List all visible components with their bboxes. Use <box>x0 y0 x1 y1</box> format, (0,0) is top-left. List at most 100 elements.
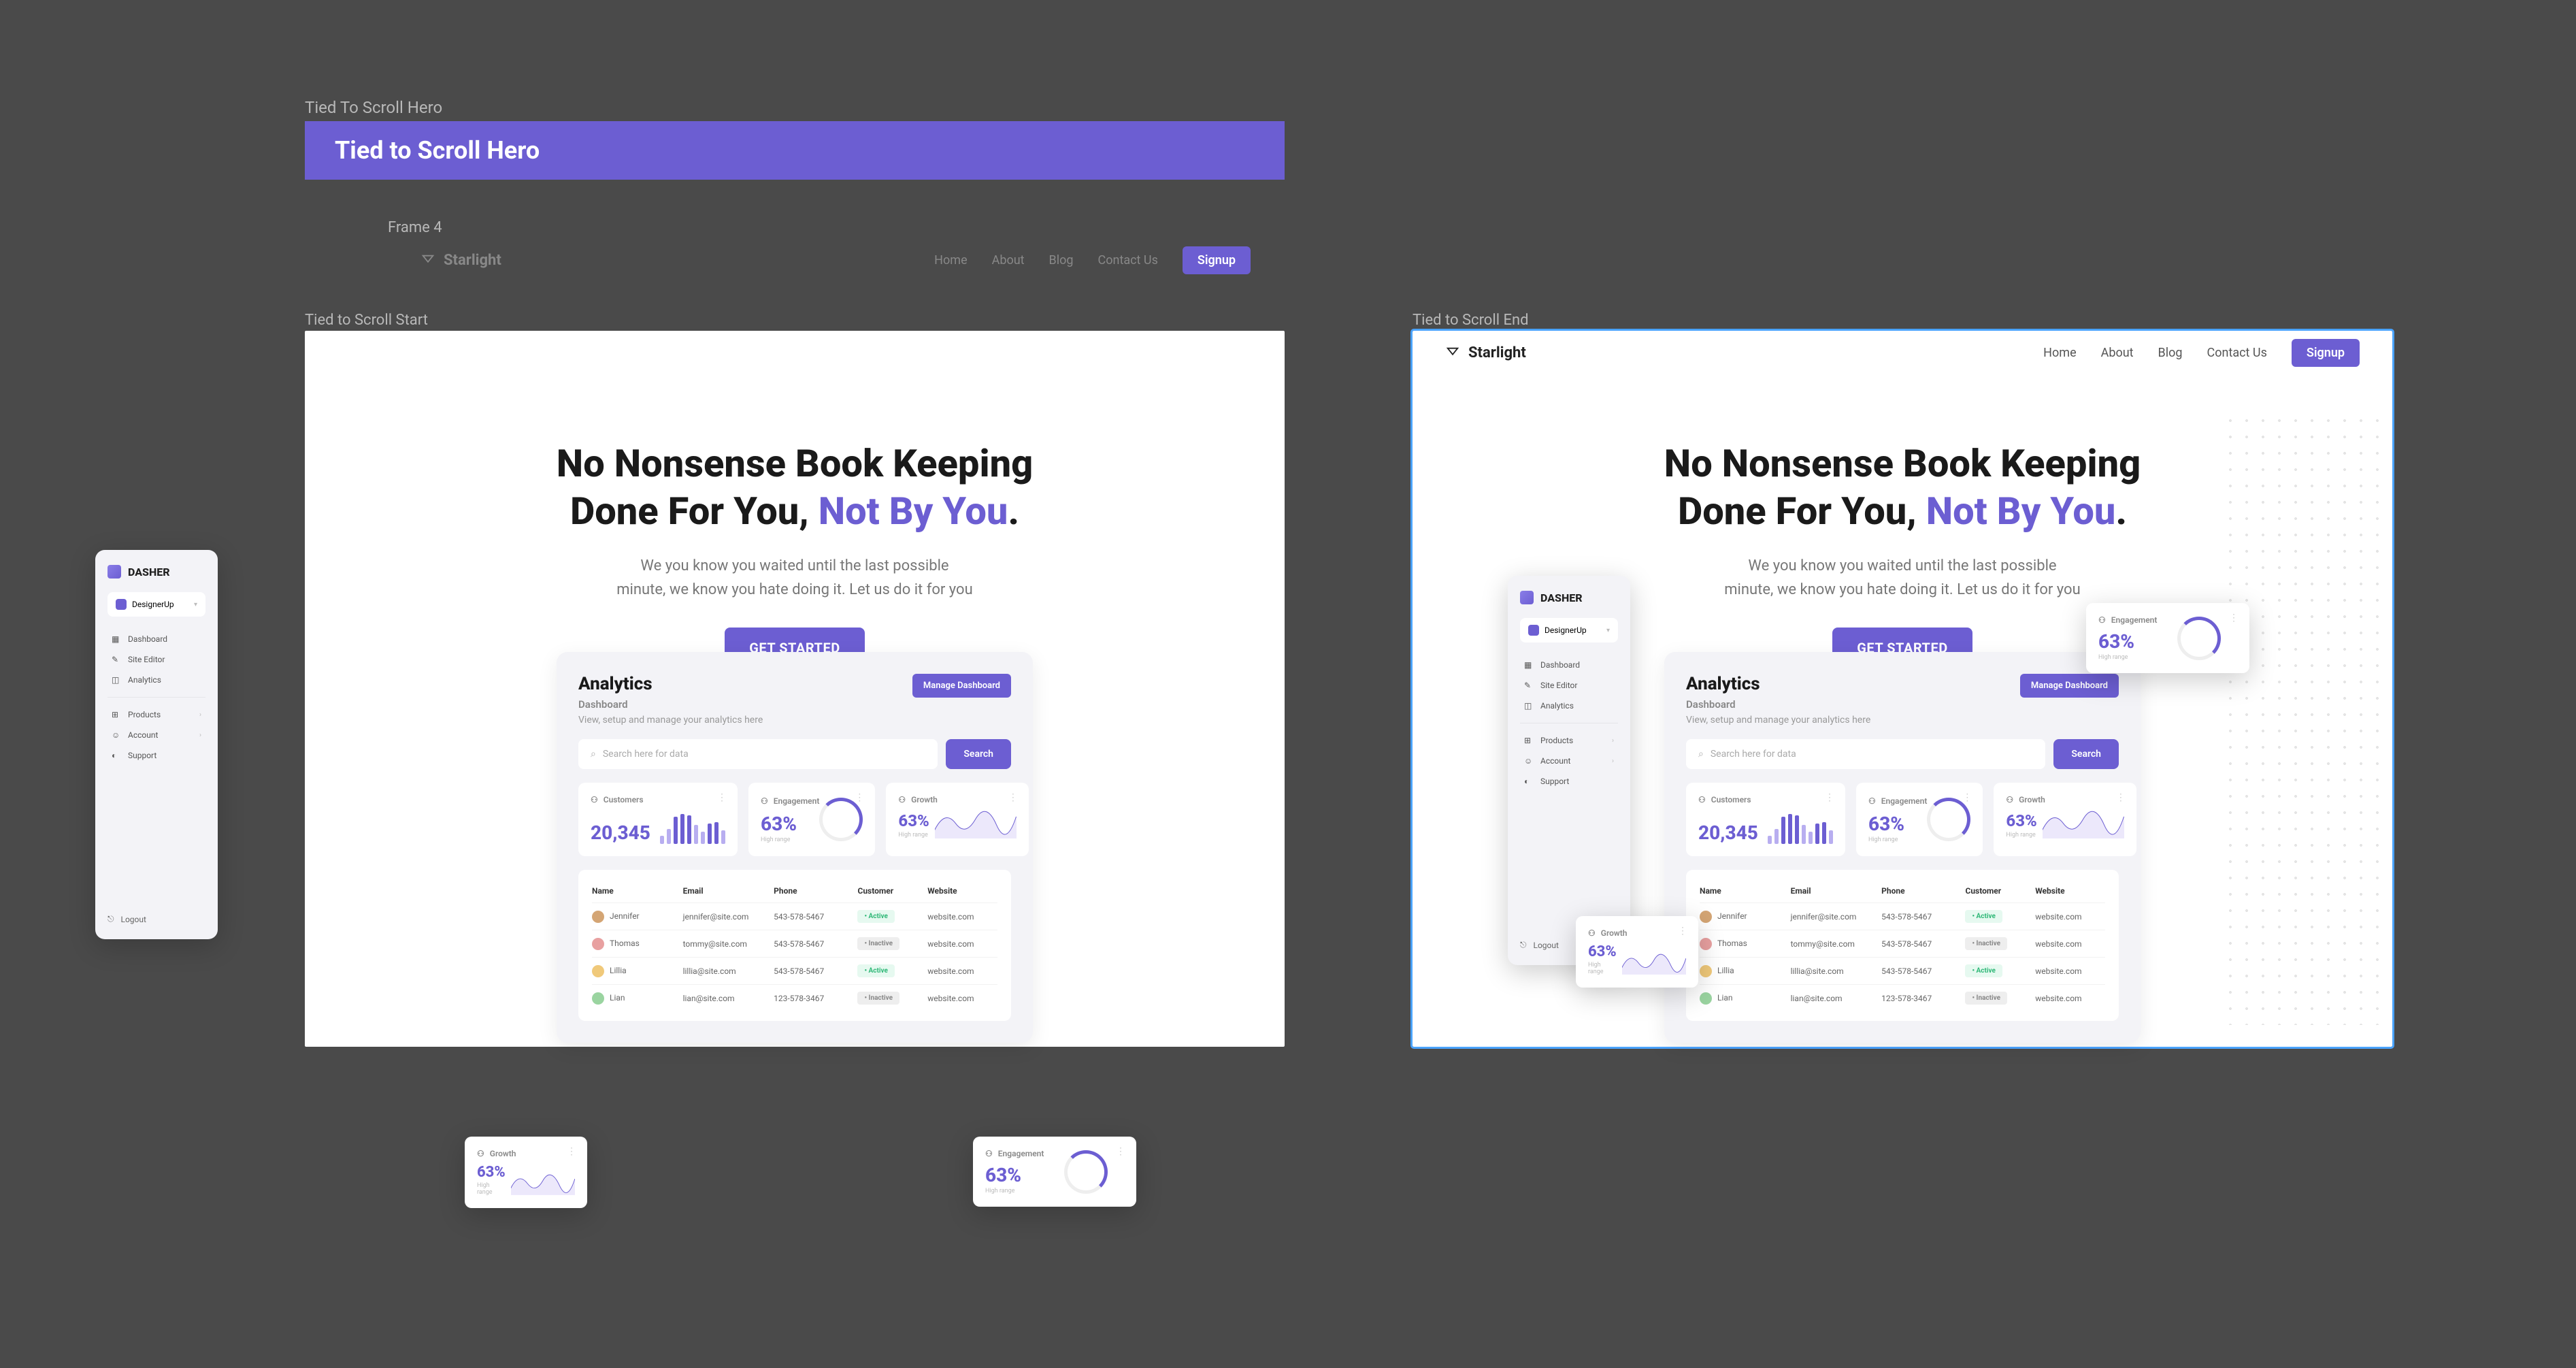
avatar <box>1700 992 1712 1005</box>
status-badge: • Inactive <box>1965 937 2007 950</box>
nav-contact[interactable]: Contact Us <box>1098 253 1158 267</box>
people-icon: ⚇ <box>1698 795 1706 804</box>
people-icon: ⚇ <box>1868 796 1876 806</box>
more-icon[interactable]: ⋮ <box>1825 792 1836 803</box>
nav-about[interactable]: About <box>2101 346 2134 360</box>
nav-contact[interactable]: Contact Us <box>2207 346 2267 360</box>
chevron-right-icon: › <box>1612 758 1614 765</box>
manage-dashboard-button[interactable]: Manage Dashboard <box>2020 674 2119 698</box>
sidebar-item-label: Support <box>1540 777 1569 786</box>
status-badge: • Active <box>857 964 894 977</box>
sidebar-item-dashboard[interactable]: ▦Dashboard <box>1520 655 1618 675</box>
chevron-down-icon: ▾ <box>194 601 197 608</box>
bar-chart <box>1768 809 1833 844</box>
nav-blog[interactable]: Blog <box>2158 346 2183 360</box>
customers-card: ⚇Customers 20,345 ⋮ <box>1686 783 1845 856</box>
table-row: Lian lian@site.com 123-578-3467 • Inacti… <box>592 984 997 1011</box>
more-icon[interactable]: ⋮ <box>717 792 728 803</box>
more-icon[interactable]: ⋮ <box>1962 792 1973 803</box>
card-value: 63% <box>898 811 929 830</box>
nav-links: Home About Blog Contact Us Signup <box>934 246 1251 274</box>
status-badge: • Active <box>1965 964 2002 977</box>
avatar <box>592 911 604 923</box>
sidebar-item-site-editor[interactable]: ✎ Site Editor <box>1520 675 1618 696</box>
org-avatar-icon <box>1528 625 1539 636</box>
analytics-sub: View, setup and manage your analytics he… <box>578 715 763 726</box>
card-label: ⚇Engagement <box>761 796 819 806</box>
search-input[interactable]: ⌕Search here for data <box>1686 739 2045 769</box>
search-button[interactable]: Search <box>2053 739 2119 769</box>
sidebar-item-account[interactable]: ☺Account› <box>108 725 205 745</box>
card-mini: High range <box>2098 654 2157 661</box>
avatar <box>1700 965 1712 977</box>
status-badge: • Active <box>1965 910 2002 923</box>
sidebar-item-label: Site Editor <box>1540 681 1577 690</box>
card-mini: High range <box>1588 962 1617 975</box>
card-value: 63% <box>2098 630 2157 653</box>
analytics-icon: ◫ <box>1524 701 1534 711</box>
more-icon[interactable]: ⋮ <box>2229 613 2240 623</box>
more-icon[interactable]: ⋮ <box>2116 792 2127 803</box>
hero-line2: Done For You, Not By You. <box>305 487 1285 535</box>
sidebar-item-analytics[interactable]: ◫Analytics <box>108 670 205 690</box>
sidebar-item-label: Analytics <box>1540 701 1574 711</box>
cell-name: Thomas <box>592 938 683 950</box>
search-button[interactable]: Search <box>946 739 1011 769</box>
sidebar-brand-text: DASHER <box>128 566 170 579</box>
donut-chart <box>1064 1150 1108 1194</box>
hero-frame-end[interactable]: Starlight Home About Blog Contact Us Sig… <box>1413 331 2392 1047</box>
people-icon: ⚇ <box>898 795 906 804</box>
more-icon[interactable]: ⋮ <box>855 792 865 803</box>
card-label: ⚇Growth <box>2006 795 2124 804</box>
editor-icon: ✎ <box>1524 681 1534 690</box>
sidebar-item-dashboard[interactable]: ▦Dashboard <box>108 629 205 649</box>
card-mini: High range <box>477 1182 506 1196</box>
signup-button[interactable]: Signup <box>2292 339 2360 367</box>
more-icon[interactable]: ⋮ <box>567 1146 578 1157</box>
sidebar-item-label: Products <box>128 710 161 719</box>
nav-about[interactable]: About <box>992 253 1025 267</box>
dashboard-icon: ▦ <box>1524 660 1534 670</box>
more-icon[interactable]: ⋮ <box>1008 792 1019 803</box>
sidebar-item-products[interactable]: ⊞Products› <box>1520 730 1618 751</box>
sparkline-chart <box>511 1169 575 1196</box>
sidebar-item-label: Account <box>128 730 158 740</box>
org-avatar-icon <box>116 599 127 610</box>
nav-blog[interactable]: Blog <box>1049 253 1074 267</box>
cell-email: lian@site.com <box>1791 994 1882 1003</box>
card-label: ⚇Growth <box>898 795 1016 804</box>
signup-button[interactable]: Signup <box>1183 246 1251 274</box>
sidebar-item-account[interactable]: ☺Account› <box>1520 751 1618 771</box>
cell-name: Lian <box>592 992 683 1005</box>
cell-name: Lillia <box>1700 965 1791 977</box>
search-input[interactable]: ⌕Search here for data <box>578 739 938 769</box>
sidebar-item-support[interactable]: ◐Support <box>1520 771 1618 792</box>
manage-dashboard-button[interactable]: Manage Dashboard <box>912 674 1011 698</box>
chevron-down-icon: ▾ <box>1606 627 1610 634</box>
dasher-logo-icon <box>108 565 121 579</box>
logout-button[interactable]: ⎋Logout <box>108 914 205 924</box>
sidebar-item-support[interactable]: ◐Support <box>108 745 205 766</box>
cell-phone: 543-578-5467 <box>1881 966 1965 976</box>
more-icon[interactable]: ⋮ <box>1116 1146 1127 1157</box>
nav-home[interactable]: Home <box>934 253 967 267</box>
card-value: 63% <box>2006 811 2036 830</box>
customers-table: NameEmailPhoneCustomerWebsite Jennifer j… <box>1686 870 2119 1021</box>
cell-website: website.com <box>927 966 997 976</box>
cell-email: tommy@site.com <box>683 939 774 949</box>
table-row: Jennifer jennifer@site.com 543-578-5467 … <box>592 902 997 930</box>
more-icon[interactable]: ⋮ <box>1678 926 1689 937</box>
account-icon: ☺ <box>112 730 121 740</box>
sidebar-item-products[interactable]: ⊞Products› <box>108 704 205 725</box>
nav-home[interactable]: Home <box>2043 346 2076 360</box>
card-value: 20,345 <box>591 821 650 844</box>
sidebar-item-site-editor[interactable]: ✎Site Editor <box>108 649 205 670</box>
org-selector[interactable]: DesignerUp ▾ <box>1520 618 1618 642</box>
org-name: DesignerUp <box>1545 625 1587 635</box>
org-selector[interactable]: DesignerUp ▾ <box>108 592 205 617</box>
brand: Starlight <box>420 252 501 269</box>
sidebar-item-analytics[interactable]: ◫ Analytics <box>1520 696 1618 716</box>
cell-status: • Active <box>1965 964 2035 977</box>
cell-status: • Inactive <box>1965 937 2035 950</box>
table-header-cell: Email <box>683 886 774 896</box>
